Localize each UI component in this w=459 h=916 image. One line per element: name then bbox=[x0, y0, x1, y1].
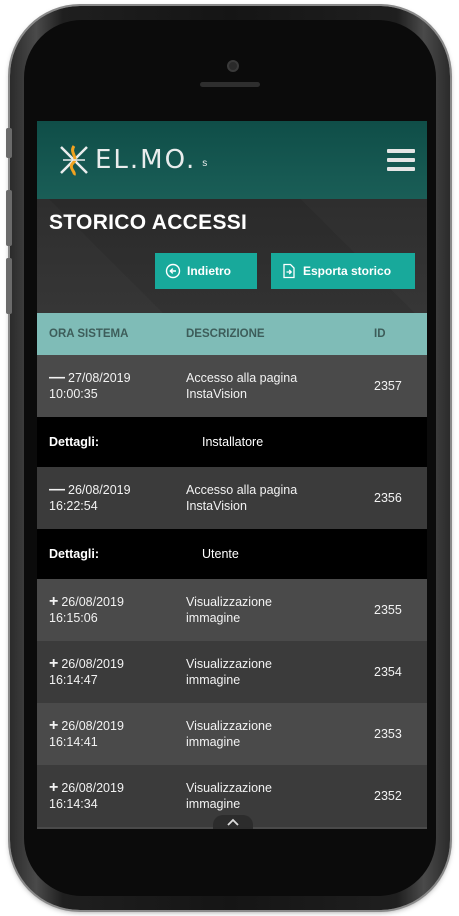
logo-superscript: s bbox=[202, 158, 208, 169]
expand-icon[interactable]: + bbox=[49, 717, 58, 734]
header-id[interactable]: ID bbox=[370, 328, 427, 340]
row-description: Visualizzazione immagine bbox=[174, 780, 370, 812]
row-description: Visualizzazione immagine bbox=[174, 718, 370, 750]
file-export-icon bbox=[283, 263, 295, 279]
front-camera bbox=[227, 60, 239, 72]
row-description: Visualizzazione immagine bbox=[174, 656, 370, 688]
collapse-icon[interactable]: — bbox=[49, 481, 65, 498]
phone-screen: EL.MO. s STORICO ACCESSI Indietro Esport… bbox=[37, 121, 427, 829]
row-time-cell: +26/08/2019 16:14:47 bbox=[37, 656, 174, 688]
row-time: 16:15:06 bbox=[49, 611, 98, 625]
header-time[interactable]: ORA SISTEMA bbox=[37, 328, 174, 340]
row-description: Accesso alla pagina InstaVision bbox=[174, 482, 370, 514]
row-description: Accesso alla pagina InstaVision bbox=[174, 370, 370, 402]
row-id: 2354 bbox=[374, 665, 402, 679]
row-id: 2356 bbox=[374, 491, 402, 505]
chevron-up-icon bbox=[227, 818, 239, 826]
row-desc-line1: Accesso alla pagina bbox=[186, 371, 298, 385]
row-desc-line1: Visualizzazione bbox=[186, 595, 272, 609]
export-button-label: Esporta storico bbox=[303, 264, 392, 278]
expand-icon[interactable]: + bbox=[49, 779, 58, 796]
row-id: 2355 bbox=[374, 603, 402, 617]
details-value: Installatore bbox=[202, 435, 264, 449]
row-desc-line2: InstaVision bbox=[186, 387, 247, 401]
row-desc-line1: Accesso alla pagina bbox=[186, 483, 298, 497]
row-date: 26/08/2019 bbox=[61, 657, 124, 671]
table-row[interactable]: —27/08/2019 10:00:35 Accesso alla pagina… bbox=[37, 355, 427, 417]
row-time-cell: +26/08/2019 16:14:34 bbox=[37, 780, 174, 812]
row-desc-line1: Visualizzazione bbox=[186, 719, 272, 733]
row-desc-line2: InstaVision bbox=[186, 499, 247, 513]
table-header: ORA SISTEMA DESCRIZIONE ID bbox=[37, 313, 427, 355]
volume-up-button bbox=[6, 190, 12, 246]
back-button-label: Indietro bbox=[187, 264, 231, 278]
row-date: 26/08/2019 bbox=[68, 483, 131, 497]
row-time: 10:00:35 bbox=[49, 387, 98, 401]
action-buttons: Indietro Esporta storico bbox=[49, 253, 415, 289]
hamburger-icon[interactable] bbox=[387, 149, 415, 171]
row-time: 16:14:34 bbox=[49, 797, 98, 811]
back-button[interactable]: Indietro bbox=[155, 253, 257, 289]
table-row[interactable]: —26/08/2019 16:22:54 Accesso alla pagina… bbox=[37, 467, 427, 529]
elmo-logo-icon bbox=[60, 145, 88, 176]
row-date: 26/08/2019 bbox=[61, 595, 124, 609]
row-time-cell: —26/08/2019 16:22:54 bbox=[37, 482, 174, 514]
elmo-logo[interactable]: EL.MO. s bbox=[57, 143, 207, 177]
access-history-table: ORA SISTEMA DESCRIZIONE ID —27/08/2019 1… bbox=[37, 313, 427, 829]
row-time-cell: —27/08/2019 10:00:35 bbox=[37, 370, 174, 402]
row-desc-line2: immagine bbox=[186, 797, 241, 811]
row-date: 26/08/2019 bbox=[61, 719, 124, 733]
expand-icon[interactable]: + bbox=[49, 655, 58, 672]
scroll-to-top-button[interactable] bbox=[213, 815, 253, 829]
row-time: 16:14:47 bbox=[49, 673, 98, 687]
details-label: Dettagli: bbox=[49, 435, 99, 449]
expand-icon[interactable]: + bbox=[49, 593, 58, 610]
earpiece-speaker bbox=[200, 82, 260, 87]
header-description[interactable]: DESCRIZIONE bbox=[174, 328, 370, 340]
row-time-cell: +26/08/2019 16:15:06 bbox=[37, 594, 174, 626]
row-desc-line2: immagine bbox=[186, 735, 241, 749]
collapse-icon[interactable]: — bbox=[49, 369, 65, 386]
logo-text: EL.MO. bbox=[95, 145, 197, 175]
row-date: 26/08/2019 bbox=[61, 781, 124, 795]
row-id: 2352 bbox=[374, 789, 402, 803]
export-button[interactable]: Esporta storico bbox=[271, 253, 415, 289]
title-section: STORICO ACCESSI Indietro Esporta storico bbox=[37, 199, 427, 313]
mute-switch bbox=[6, 128, 12, 158]
row-desc-line1: Visualizzazione bbox=[186, 657, 272, 671]
volume-down-button bbox=[6, 258, 12, 314]
page-title: STORICO ACCESSI bbox=[49, 211, 248, 234]
table-row[interactable]: +26/08/2019 16:14:47 Visualizzazione imm… bbox=[37, 641, 427, 703]
table-row[interactable]: +26/08/2019 16:15:06 Visualizzazione imm… bbox=[37, 579, 427, 641]
details-value: Utente bbox=[202, 547, 239, 561]
row-desc-line1: Visualizzazione bbox=[186, 781, 272, 795]
row-details: Dettagli: Utente bbox=[37, 529, 427, 579]
row-id: 2353 bbox=[374, 727, 402, 741]
arrow-left-circle-icon bbox=[165, 263, 181, 279]
row-desc-line2: immagine bbox=[186, 611, 241, 625]
app-header: EL.MO. s bbox=[37, 121, 427, 199]
table-row[interactable]: +26/08/2019 16:14:41 Visualizzazione imm… bbox=[37, 703, 427, 765]
row-details: Dettagli: Installatore bbox=[37, 417, 427, 467]
row-description: Visualizzazione immagine bbox=[174, 594, 370, 626]
row-time-cell: +26/08/2019 16:14:41 bbox=[37, 718, 174, 750]
details-label: Dettagli: bbox=[49, 547, 99, 561]
row-desc-line2: immagine bbox=[186, 673, 241, 687]
row-time: 16:14:41 bbox=[49, 735, 98, 749]
row-date: 27/08/2019 bbox=[68, 371, 131, 385]
row-time: 16:22:54 bbox=[49, 499, 98, 513]
row-id: 2357 bbox=[374, 379, 402, 393]
